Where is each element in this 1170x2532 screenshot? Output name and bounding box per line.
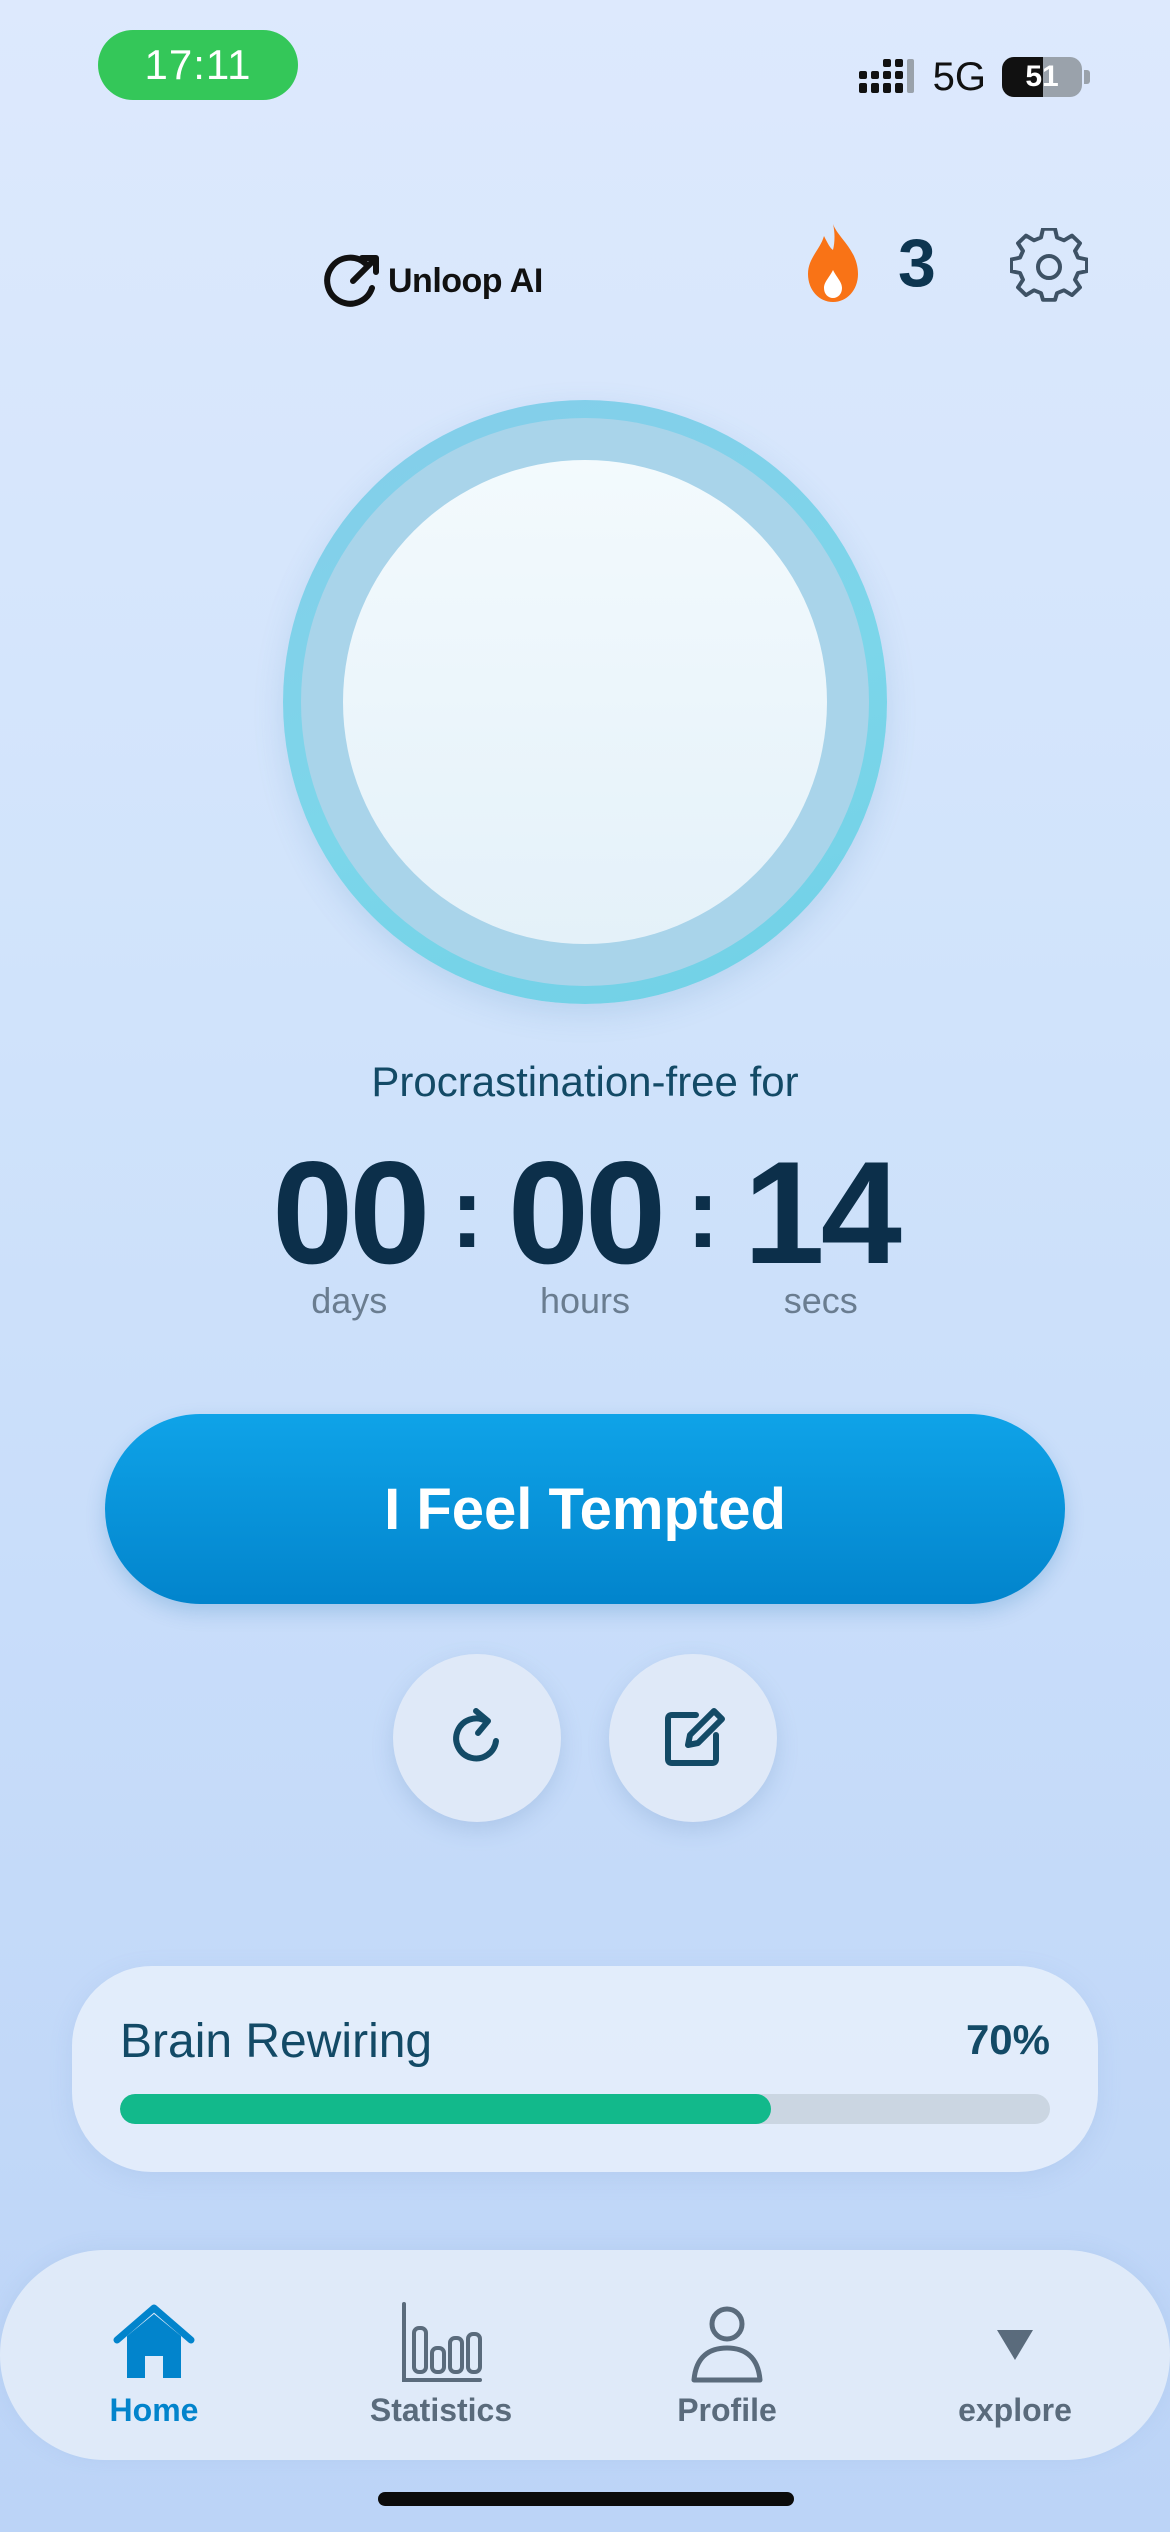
triangle-down-icon [997,2330,1033,2360]
streak-counter[interactable]: 3 [802,222,936,304]
nav-item-explore[interactable]: explore [905,2300,1125,2429]
brand-name: Unloop AI [388,261,543,300]
streak-count: 3 [898,225,936,301]
home-icon [113,2304,195,2378]
person-icon [691,2306,763,2383]
unloop-logo-icon [324,254,379,307]
network-label: 5G [932,54,986,99]
timer-days: 00 days [272,1131,430,1322]
nav-label-home: Home [109,2392,199,2428]
progress-title: Brain Rewiring [120,2015,433,2068]
refresh-icon [453,1708,499,1762]
nav-item-statistics[interactable]: Statistics [331,2300,551,2429]
nav-label-statistics: Statistics [369,2392,513,2428]
journal-button[interactable] [609,1654,777,1822]
gear-icon[interactable] [1010,228,1088,306]
reset-button[interactable] [393,1654,561,1822]
timer-hours-value: 00 [507,1131,666,1294]
progress-ring-core [343,460,827,944]
battery-cap [1084,70,1090,84]
progress-bar-fill [120,2094,771,2124]
home-indicator[interactable] [378,2492,794,2506]
timer-secs-value: 14 [743,1131,902,1294]
timer-secs: 14 secs [743,1131,902,1322]
bar-chart-icon [402,2302,482,2382]
nav-label-explore: explore [958,2392,1072,2428]
timer-hours: 00 hours [507,1131,666,1322]
brand-logo: Unloop AI [322,250,543,312]
timer-separator: : [450,1157,484,1269]
timer-separator: : [686,1157,720,1269]
flame-icon [808,224,858,302]
nav-item-home[interactable]: Home [44,2300,264,2429]
timer-hours-label: hours [539,1280,631,1321]
timer-days-label: days [311,1280,388,1321]
battery-level: 51 [1025,60,1059,93]
nav-item-profile[interactable]: Profile [617,2300,837,2429]
status-indicators: 5G 51 [857,48,1090,106]
status-time: 17:11 [98,30,298,100]
progress-bar [120,2094,1050,2124]
timer-subtitle: Procrastination-free for [371,1058,799,1105]
nav-label-profile: Profile [677,2392,777,2428]
bottom-nav: Home Statistics Profile explore [0,2250,1170,2460]
timer-secs-label: secs [783,1280,858,1321]
progress-value: 70% [965,2016,1050,2063]
signal-icon [858,59,914,93]
battery-icon: 51 [1002,57,1082,97]
streak-timer: 00 days : 00 hours : 14 secs [0,1140,1170,1322]
tempted-button[interactable]: I Feel Tempted [105,1414,1065,1604]
edit-icon [665,1708,725,1766]
timer-days-value: 00 [272,1131,430,1294]
progress-ring [283,400,887,1004]
brain-rewiring-card[interactable]: Brain Rewiring 70% [72,1966,1098,2172]
